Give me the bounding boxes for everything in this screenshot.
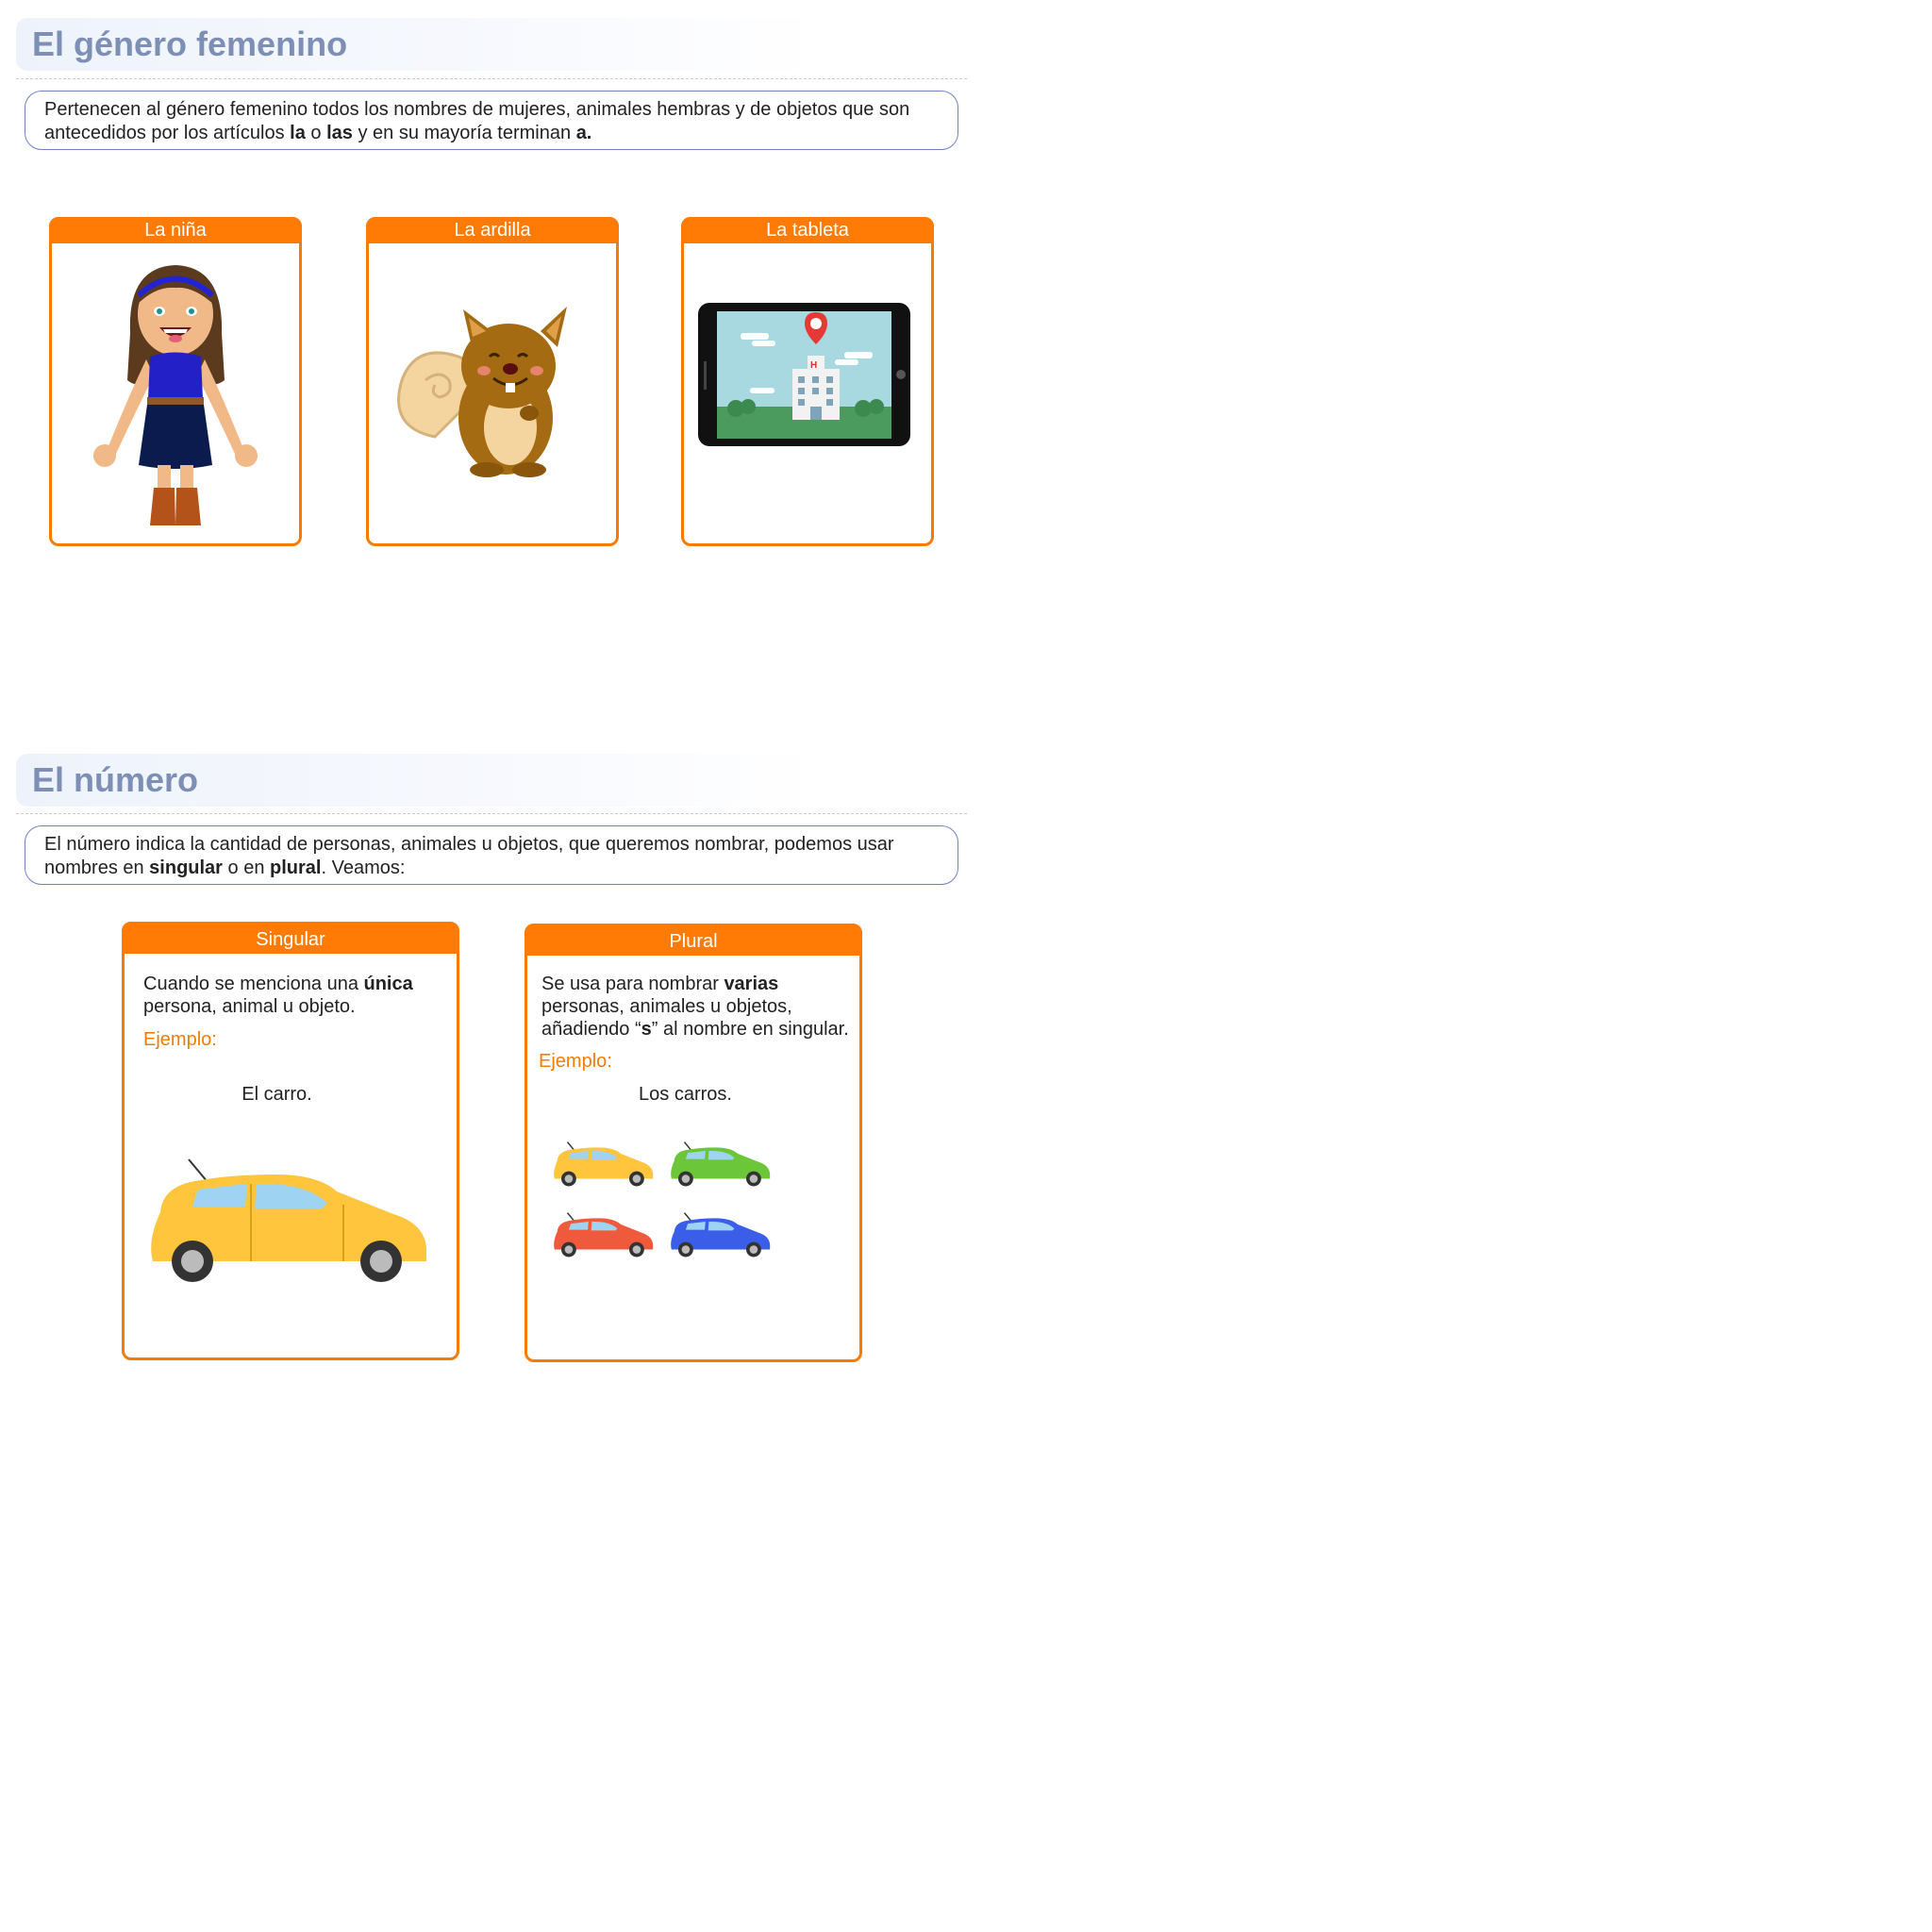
- section-title-numero: El número: [16, 754, 823, 807]
- card-header: Plural: [525, 924, 862, 956]
- svg-text:H: H: [810, 360, 817, 371]
- divider: [16, 78, 967, 79]
- desc-bold: única: [363, 974, 413, 994]
- intro-bold: las: [326, 123, 353, 143]
- singular-description: Cuando se menciona una única persona, an…: [143, 973, 445, 1018]
- example-label: Ejemplo:: [539, 1051, 612, 1072]
- plural-description: Se usa para nombrar varias personas, ani…: [541, 973, 862, 1041]
- section-title-genero: El género femenino: [16, 18, 823, 71]
- tablet-icon: H: [684, 295, 931, 456]
- example-text: Los carros.: [639, 1084, 732, 1105]
- example-text: El carro.: [242, 1084, 312, 1105]
- card-header: La niña: [49, 217, 302, 243]
- card-la-ardilla: La ardilla: [366, 217, 619, 546]
- intro-text-part: o en: [222, 858, 271, 878]
- intro-text: Pertenecen al género femenino todos los …: [44, 98, 939, 145]
- intro-bold: singular: [149, 858, 223, 878]
- intro-bold: la: [290, 123, 306, 143]
- card-plural: Plural Se usa para nombrar varias person…: [525, 924, 862, 1362]
- intro-box-numero: El número indica la cantidad de personas…: [25, 825, 958, 885]
- intro-text: El número indica la cantidad de personas…: [44, 833, 939, 880]
- card-header: La tableta: [681, 217, 934, 243]
- desc-bold: s: [641, 1019, 652, 1040]
- desc-part: persona, animal u objeto.: [143, 996, 356, 1017]
- card-header: La ardilla: [366, 217, 619, 243]
- desc-part: ” al nombre en singular.: [651, 1019, 849, 1040]
- squirrel-icon: [369, 276, 616, 503]
- car-icon: [671, 1141, 771, 1187]
- card-la-tableta: La tableta H: [681, 217, 934, 546]
- car-icon: [554, 1212, 654, 1257]
- example-label: Ejemplo:: [143, 1029, 217, 1050]
- intro-text-part: . Veamos:: [321, 858, 406, 878]
- desc-bold: varias: [724, 974, 779, 994]
- intro-text-part: o: [305, 123, 327, 143]
- intro-box-genero: Pertenecen al género femenino todos los …: [25, 91, 958, 150]
- intro-bold: plural: [270, 858, 322, 878]
- intro-text-part: y en su mayoría terminan: [352, 123, 576, 143]
- car-icon: [554, 1141, 654, 1187]
- desc-part: Cuando se menciona una: [143, 974, 364, 994]
- intro-bold: a.: [575, 123, 592, 143]
- card-singular: Singular Cuando se menciona una única pe…: [122, 922, 459, 1360]
- divider: [16, 813, 967, 814]
- section-title-text: El género femenino: [32, 25, 348, 63]
- car-icon: [671, 1212, 771, 1257]
- girl-icon: [52, 258, 299, 541]
- car-icon: [125, 1137, 457, 1288]
- card-la-nina: La niña: [49, 217, 302, 546]
- desc-part: Se usa para nombrar: [541, 974, 724, 994]
- cars-icon: [527, 1134, 859, 1323]
- card-header: Singular: [122, 922, 459, 954]
- section-title-text: El número: [32, 760, 199, 799]
